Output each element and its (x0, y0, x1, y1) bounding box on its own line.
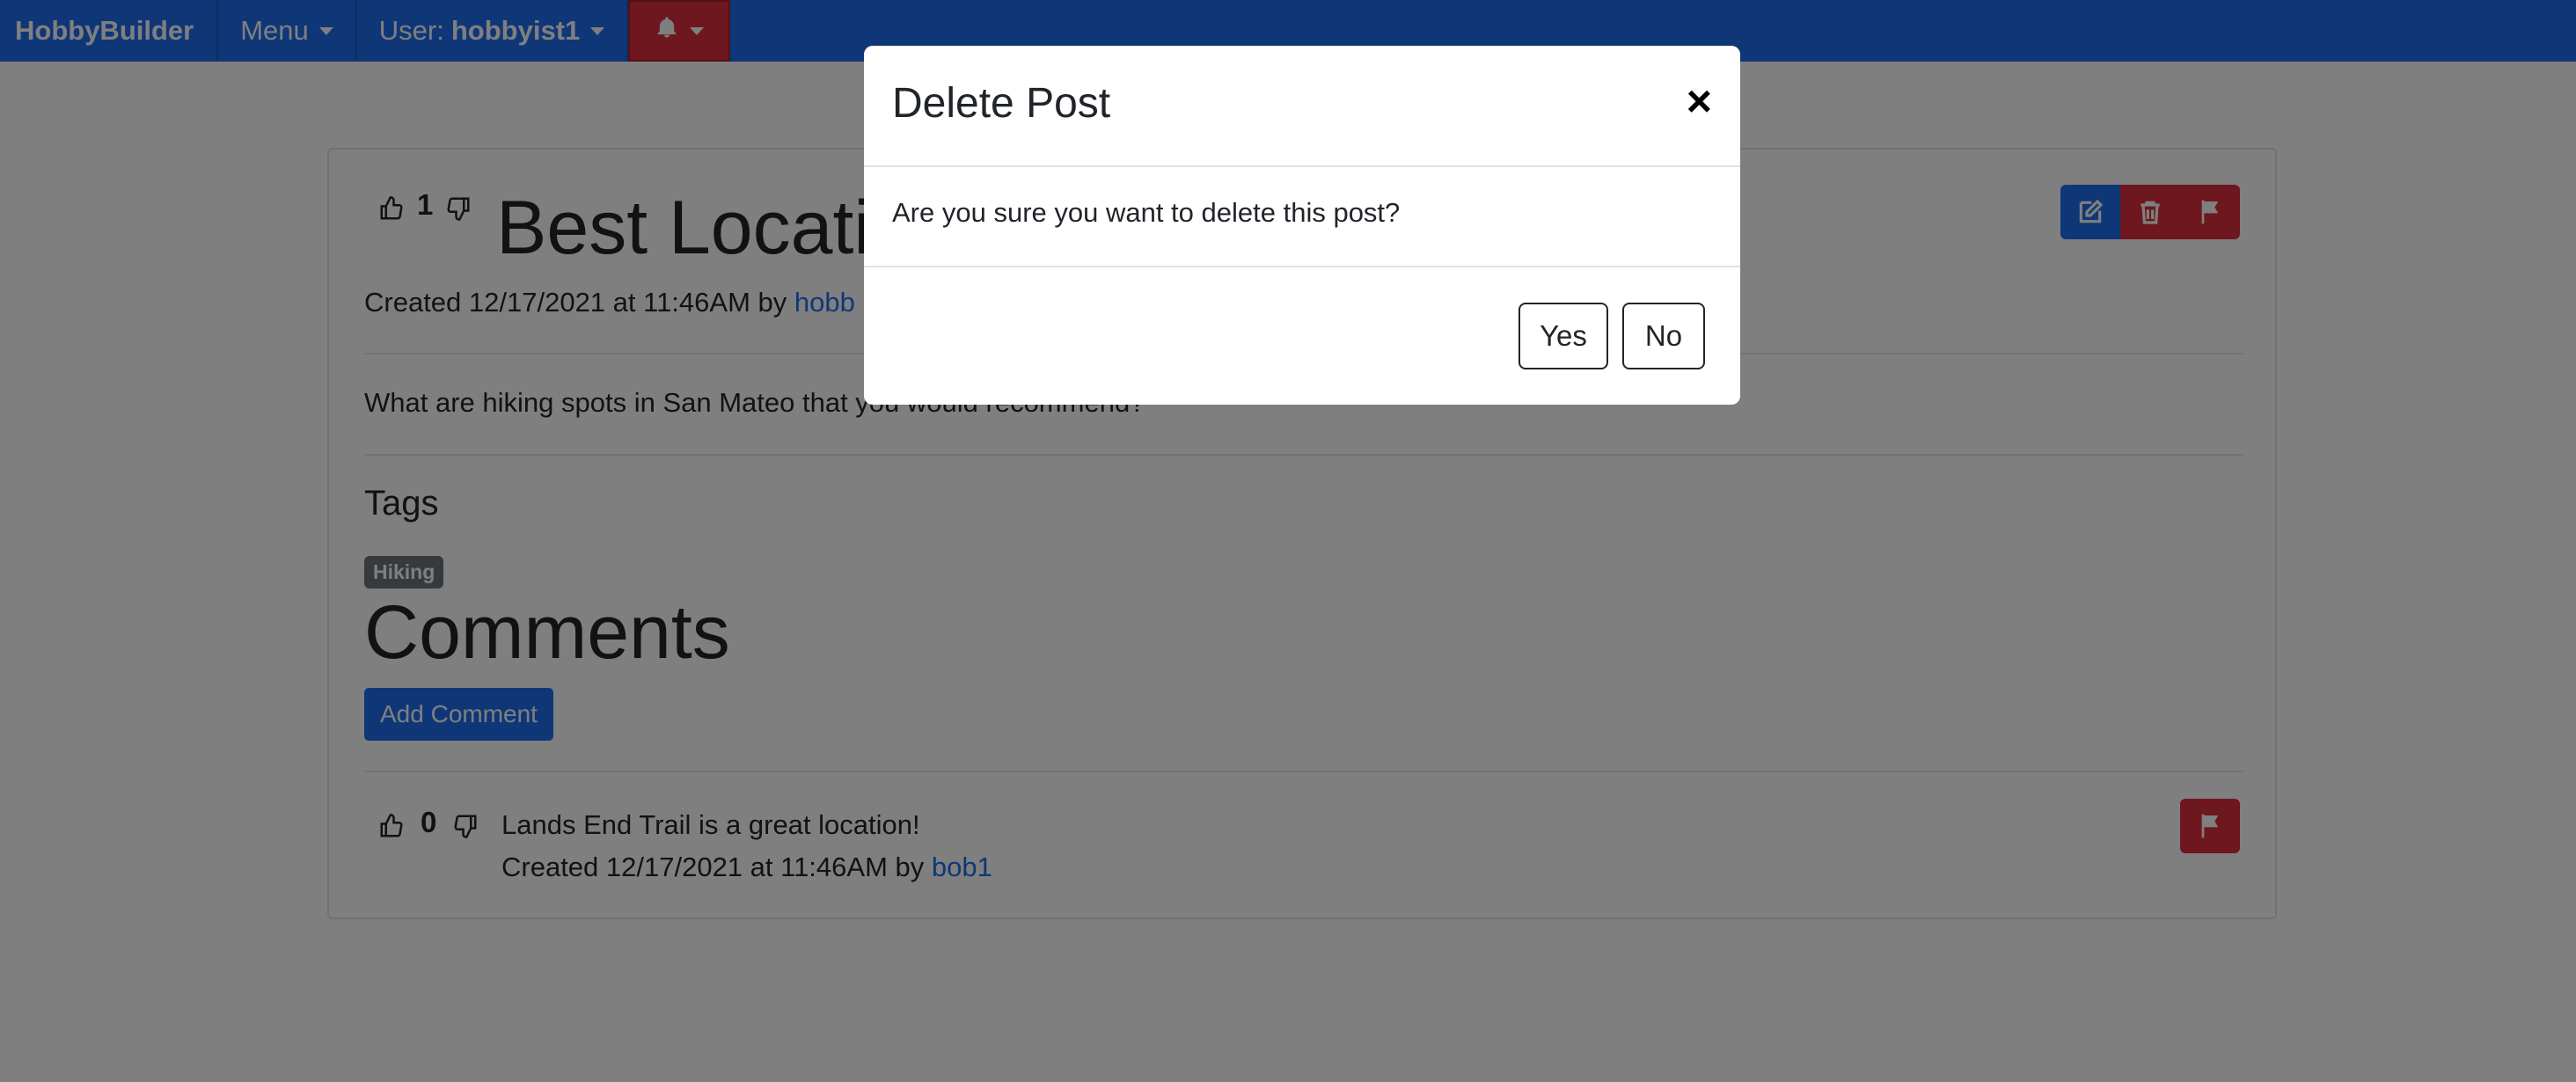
delete-post-modal: Delete Post × Are you sure you want to d… (864, 46, 1740, 405)
modal-title: Delete Post (892, 80, 1111, 127)
close-icon[interactable]: × (1687, 79, 1712, 123)
modal-divider (864, 266, 1740, 267)
modal-divider (864, 165, 1740, 167)
yes-button[interactable]: Yes (1519, 303, 1608, 369)
modal-message: Are you sure you want to delete this pos… (892, 197, 1401, 228)
no-button[interactable]: No (1622, 303, 1705, 369)
